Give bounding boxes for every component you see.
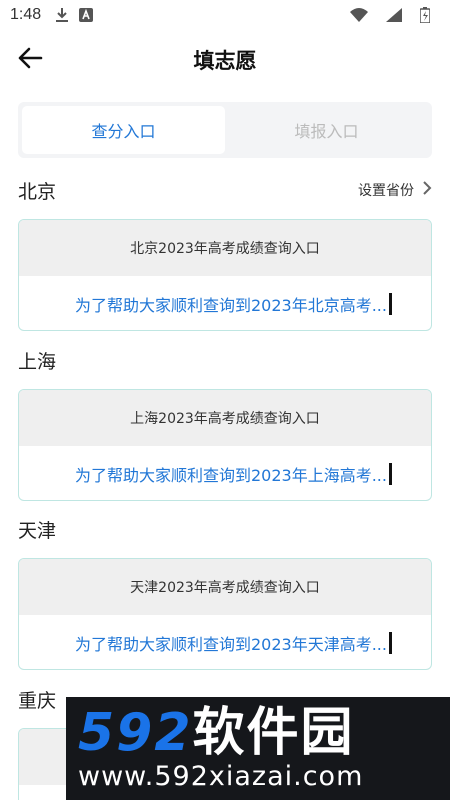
card-title: 北京2023年高考成绩查询入口 <box>19 220 431 276</box>
score-entry-card[interactable]: 上海2023年高考成绩查询入口 为了帮助大家顺利查询到2023年上海高考... <box>18 389 432 501</box>
back-button[interactable] <box>16 46 44 74</box>
score-entry-card[interactable]: 北京2023年高考成绩查询入口 为了帮助大家顺利查询到2023年北京高考... <box>18 219 432 331</box>
region-title: 上海 <box>18 350 57 373</box>
card-summary: 为了帮助大家顺利查询到2023年北京高考... <box>75 296 387 315</box>
set-province-button[interactable]: 设置省份 <box>358 180 432 200</box>
region-section-beijing: 北京 设置省份 北京2023年高考成绩查询入口 为了帮助大家顺利查询到2023年… <box>18 175 432 331</box>
tab-application-fill[interactable]: 填报入口 <box>225 106 428 154</box>
set-province-label: 设置省份 <box>358 183 414 199</box>
signal-icon <box>386 8 402 22</box>
watermark-brand-cn: 软件园 <box>192 702 355 763</box>
status-time: 1:48 <box>10 6 42 23</box>
watermark-banner: 592软件园 www.592xiazai.com <box>66 697 450 800</box>
watermark-url: www.592xiazai.com <box>78 760 364 792</box>
text-cursor <box>388 632 392 654</box>
card-summary-row: 为了帮助大家顺利查询到2023年北京高考... <box>19 276 431 330</box>
watermark-number: 592 <box>78 702 193 763</box>
region-section-shanghai: 上海 上海2023年高考成绩查询入口 为了帮助大家顺利查询到2023年上海高考.… <box>18 345 432 501</box>
region-title: 重庆 <box>18 689 57 712</box>
card-summary-row: 为了帮助大家顺利查询到2023年上海高考... <box>19 446 431 500</box>
tab-bar: 查分入口 填报入口 <box>18 102 432 158</box>
text-cursor <box>388 463 392 485</box>
status-bar: 1:48 <box>0 0 450 30</box>
card-summary: 为了帮助大家顺利查询到2023年天津高考... <box>75 635 387 654</box>
page-title: 填志愿 <box>193 49 257 73</box>
tab-score-query[interactable]: 查分入口 <box>22 106 225 154</box>
chevron-right-icon <box>414 180 432 200</box>
text-cursor <box>388 293 392 315</box>
watermark-brand: 592软件园 <box>78 705 450 761</box>
download-icon <box>55 7 69 23</box>
card-summary: 为了帮助大家顺利查询到2023年上海高考... <box>75 466 387 485</box>
card-title: 天津2023年高考成绩查询入口 <box>19 559 431 615</box>
arrow-left-icon <box>17 47 43 73</box>
region-title: 天津 <box>18 519 57 542</box>
battery-icon <box>420 7 430 23</box>
wifi-icon <box>350 8 368 22</box>
region-title: 北京 <box>18 180 57 203</box>
score-entry-card[interactable]: 天津2023年高考成绩查询入口 为了帮助大家顺利查询到2023年天津高考... <box>18 558 432 670</box>
a-box-icon <box>79 8 94 22</box>
card-summary-row: 为了帮助大家顺利查询到2023年天津高考... <box>19 615 431 669</box>
region-section-tianjin: 天津 天津2023年高考成绩查询入口 为了帮助大家顺利查询到2023年天津高考.… <box>18 514 432 670</box>
app-bar: 填志愿 <box>0 30 450 90</box>
card-title: 上海2023年高考成绩查询入口 <box>19 390 431 446</box>
